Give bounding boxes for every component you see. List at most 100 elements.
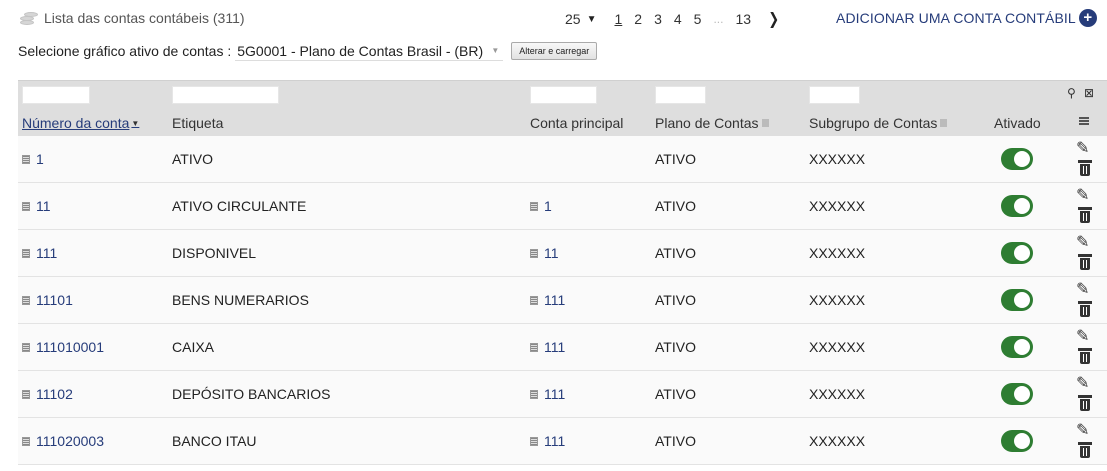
col-account-number[interactable]: Número da conta ▼ [22,115,139,131]
active-toggle[interactable] [1001,430,1033,452]
filter-label[interactable] [172,86,279,104]
table-row: 11101 BENS NUMERARIOS 111 ATIVO XXXXXX ✎ [18,277,1107,324]
account-number: 1 [36,151,44,167]
filter-plan[interactable] [655,86,706,104]
document-icon [22,154,30,164]
page-link-1[interactable]: 1 [614,11,622,27]
chart-select-value: 5G0001 - Plano de Contas Brasil - (BR) [237,42,484,59]
per-page-value: 25 [565,11,581,27]
pencil-icon[interactable]: ✎ [1076,234,1089,252]
trash-icon[interactable] [1078,442,1092,458]
page-link-3[interactable]: 3 [654,11,662,27]
page-link-5[interactable]: 5 [694,11,702,27]
account-number: 11101 [36,292,73,308]
document-icon [530,248,538,258]
parent-account-link[interactable]: 111 [530,277,565,323]
trash-icon[interactable] [1078,160,1092,176]
col-subgroup[interactable]: Subgrupo de Contas [809,115,948,131]
page-link-last[interactable]: 13 [735,11,751,27]
document-icon [22,436,30,446]
account-label: DEPÓSITO BANCARIOS [172,386,331,402]
trash-icon[interactable] [1078,395,1092,411]
document-icon [22,389,30,399]
account-number-link[interactable]: 1 [22,136,44,182]
accounts-table: ⚲ ⊠ Número da conta ▼ Etiqueta Conta prin… [18,80,1107,465]
page-title: Lista das contas contábeis (311) [44,10,245,26]
account-label: BANCO ITAU [172,433,257,449]
active-toggle[interactable] [1001,195,1033,217]
col-label[interactable]: Etiqueta [172,115,223,131]
page-link-4[interactable]: 4 [674,11,682,27]
filter-parent[interactable] [530,86,597,104]
pencil-icon[interactable]: ✎ [1076,375,1089,393]
filter-subgroup[interactable] [809,86,860,104]
trash-icon[interactable] [1078,207,1092,223]
sort-down-icon: ▼ [131,118,140,128]
active-toggle[interactable] [1001,289,1033,311]
parent-account: 1 [544,198,552,214]
document-icon [530,436,538,446]
account-label: CAIXA [172,339,215,355]
title-wrap: Lista das contas contábeis (311) [18,9,245,27]
filter-account-number[interactable] [22,86,90,104]
account-number-link[interactable]: 111020003 [22,418,104,464]
account-number-link[interactable]: 111010001 [22,324,104,370]
coins-icon [18,9,40,27]
account-number-link[interactable]: 11 [22,183,51,229]
per-page-select[interactable]: 25 ▼ [565,11,596,27]
page-link-2[interactable]: 2 [634,11,642,27]
chevron-right-icon[interactable]: ❯ [768,9,779,29]
parent-account: 111 [544,292,566,308]
clear-filter-icon[interactable]: ⊠ [1084,86,1094,100]
change-and-load-button[interactable]: Alterar e carregar [511,42,598,60]
account-number-link[interactable]: 11102 [22,371,73,417]
parent-account: 111 [544,386,566,402]
parent-account-link[interactable]: 111 [530,371,565,417]
account-subgroup: XXXXXX [809,245,866,261]
trash-icon[interactable] [1078,301,1092,317]
parent-account-link[interactable]: 111 [530,324,565,370]
pagination: 25 ▼ 1 2 3 4 5 ... 13 ❯ [565,9,780,29]
pencil-icon[interactable]: ✎ [1076,281,1089,299]
parent-account-link[interactable]: 111 [530,418,565,464]
document-icon [530,201,538,211]
table-row: 1 ATIVO ATIVO XXXXXX ✎ [18,136,1107,183]
trash-icon[interactable] [1078,348,1092,364]
pencil-icon[interactable]: ✎ [1076,422,1089,440]
account-label: DISPONIVEL [172,245,257,261]
col-active[interactable]: Ativado [994,115,1041,131]
col-account-number-label: Número da conta [22,115,130,131]
table-body: 1 ATIVO ATIVO XXXXXX ✎ 11 ATIVO CIRCULANTE 1 ATI… [18,136,1107,465]
account-number-link[interactable]: 11101 [22,277,73,323]
account-number-link[interactable]: 111 [22,230,57,276]
col-parent[interactable]: Conta principal [530,115,623,131]
active-toggle[interactable] [1001,148,1033,170]
parent-account: 111 [544,433,566,449]
pencil-icon[interactable]: ✎ [1076,328,1089,346]
document-icon [22,248,30,258]
account-label: BENS NUMERARIOS [172,292,309,308]
parent-account-link[interactable]: 1 [530,183,552,229]
col-plan-label: Plano de Contas [655,115,759,131]
list-icon[interactable] [1079,117,1089,125]
account-plan: ATIVO [655,386,696,402]
pencil-icon[interactable]: ✎ [1076,140,1089,158]
active-toggle[interactable] [1001,242,1033,264]
account-plan: ATIVO [655,198,696,214]
trash-icon[interactable] [1078,254,1092,270]
account-subgroup: XXXXXX [809,198,866,214]
search-icon[interactable]: ⚲ [1067,86,1076,100]
document-icon [530,295,538,305]
table-row: 11 ATIVO CIRCULANTE 1 ATIVO XXXXXX ✎ [18,183,1107,230]
account-number: 111 [36,245,58,261]
account-number: 111020003 [36,433,104,449]
parent-account-link[interactable]: 11 [530,230,559,276]
info-icon [761,119,769,127]
add-account-button[interactable]: ADICIONAR UMA CONTA CONTÁBIL + [836,9,1097,27]
active-toggle[interactable] [1001,336,1033,358]
chart-select[interactable]: 5G0001 - Plano de Contas Brasil - (BR) ▼ [235,41,504,61]
col-plan[interactable]: Plano de Contas [655,115,769,131]
pencil-icon[interactable]: ✎ [1076,187,1089,205]
active-toggle[interactable] [1001,383,1033,405]
account-number: 111010001 [36,339,104,355]
